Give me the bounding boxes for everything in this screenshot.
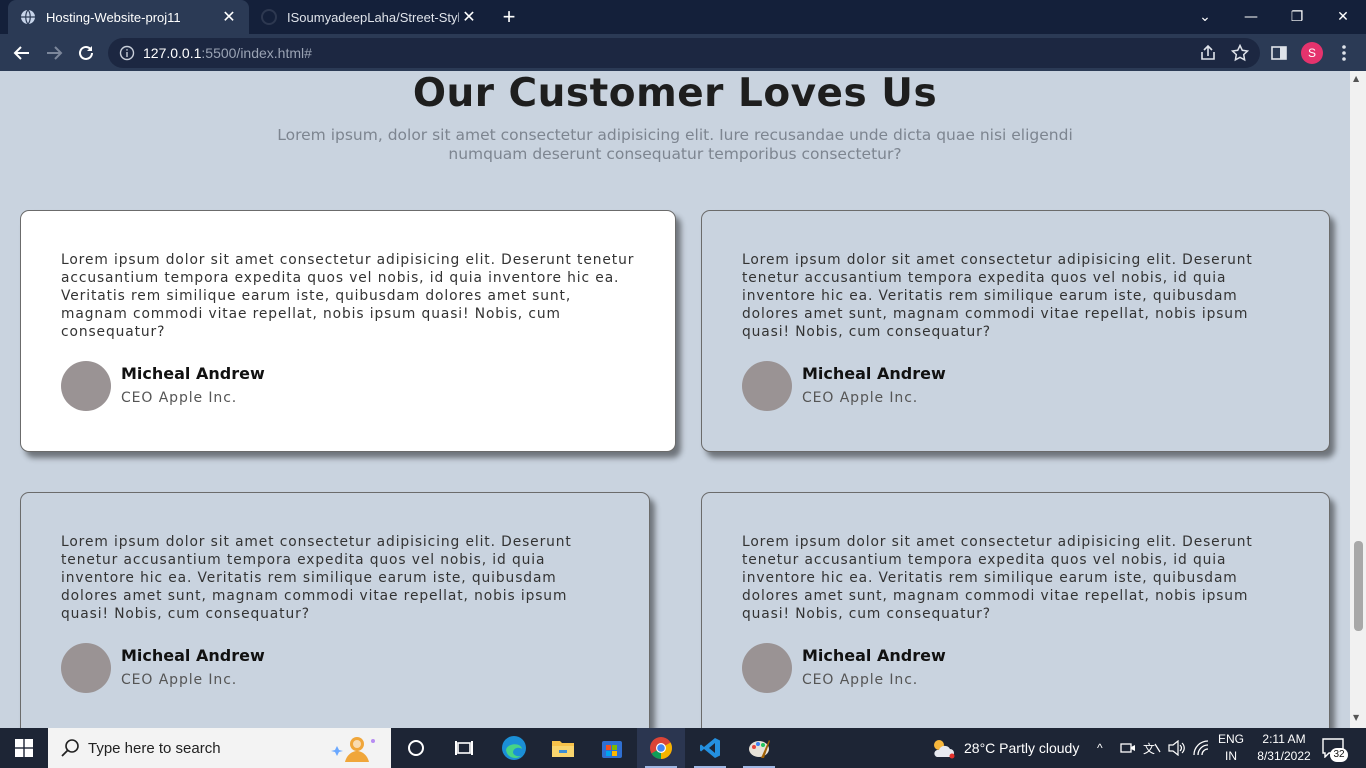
chrome-icon[interactable] — [637, 728, 685, 768]
browser-tab-strip: Hosting-Website-proj11 ✕ ISoumyadeepLaha… — [0, 0, 1366, 34]
task-view-icon[interactable] — [440, 728, 488, 768]
tab-title: ISoumyadeepLaha/Street-Style-L — [287, 9, 459, 25]
close-window-button[interactable]: ✕ — [1320, 0, 1366, 34]
notification-badge: 32 — [1330, 748, 1348, 762]
language-indicator[interactable]: ENG IN — [1214, 731, 1248, 765]
section-heading: Our Customer Loves Us — [412, 71, 938, 116]
search-icon — [60, 738, 80, 758]
testimonial-name: Micheal Andrew — [121, 646, 265, 665]
weather-widget[interactable]: 28°C Partly cloudy — [930, 728, 1079, 768]
testimonial-name: Micheal Andrew — [121, 364, 265, 383]
testimonial-card: Lorem ipsum dolor sit amet consectetur a… — [701, 492, 1330, 728]
bookmark-star-icon[interactable] — [1227, 40, 1253, 66]
tab-search-icon[interactable]: ⌄ — [1182, 0, 1228, 34]
testimonial-role: CEO Apple Inc. — [802, 672, 919, 688]
search-highlight-icon — [329, 734, 379, 762]
page-viewport: Our Customer Loves Us Lorem ipsum, dolor… — [0, 71, 1350, 728]
meet-now-icon[interactable] — [1120, 728, 1136, 768]
close-tab-icon[interactable]: ✕ — [459, 7, 479, 27]
testimonial-card: Lorem ipsum dolor sit amet consectetur a… — [701, 210, 1330, 452]
testimonial-quote: Lorem ipsum dolor sit amet consectetur a… — [742, 534, 1253, 622]
testimonial-card: Lorem ipsum dolor sit amet consectetur a… — [20, 210, 676, 452]
site-info-icon[interactable] — [119, 45, 135, 61]
side-panel-icon[interactable] — [1266, 40, 1292, 66]
close-tab-icon[interactable]: ✕ — [219, 7, 239, 27]
weather-text: 28°C Partly cloudy — [964, 740, 1080, 756]
cortana-icon[interactable] — [392, 728, 440, 768]
github-icon — [261, 9, 277, 25]
scrollbar-thumb[interactable] — [1354, 541, 1363, 631]
testimonial-quote: Lorem ipsum dolor sit amet consectetur a… — [61, 252, 635, 340]
menu-kebab-icon[interactable] — [1331, 40, 1357, 66]
share-icon[interactable] — [1195, 40, 1221, 66]
microsoft-store-icon[interactable] — [588, 728, 636, 768]
tab-title: Hosting-Website-proj11 — [46, 9, 181, 25]
testimonial-role: CEO Apple Inc. — [121, 672, 238, 688]
avatar — [61, 643, 111, 693]
testimonial-quote: Lorem ipsum dolor sit amet consectetur a… — [742, 252, 1253, 340]
profile-avatar[interactable]: S — [1299, 40, 1325, 66]
url-host: 127.0.0.1 — [143, 45, 202, 61]
restore-button[interactable]: ❐ — [1274, 0, 1320, 34]
testimonial-name: Micheal Andrew — [802, 364, 946, 383]
svg-text:文: 文 — [1143, 741, 1155, 756]
tab-github-repo[interactable]: ISoumyadeepLaha/Street-Style-L ✕ — [249, 0, 489, 34]
testimonial-role: CEO Apple Inc. — [121, 390, 238, 406]
search-placeholder: Type here to search — [88, 739, 221, 757]
edge-icon[interactable] — [490, 728, 538, 768]
taskbar-search-box[interactable]: Type here to search — [48, 728, 391, 768]
windows-taskbar: Type here to search 28°C Partly cloudy ^… — [0, 728, 1366, 768]
testimonial-card: Lorem ipsum dolor sit amet consectetur a… — [20, 492, 650, 728]
section-subtext: Lorem ipsum, dolor sit amet consectetur … — [277, 126, 1073, 163]
show-hidden-icons-chevron-icon[interactable]: ^ — [1097, 728, 1103, 768]
input-method-icon[interactable]: 文 — [1143, 728, 1161, 768]
network-icon[interactable] — [1193, 728, 1211, 768]
testimonial-quote: Lorem ipsum dolor sit amet consectetur a… — [61, 534, 572, 622]
paint-icon[interactable] — [735, 728, 783, 768]
windows-start-icon[interactable] — [0, 728, 48, 768]
scroll-down-arrow-icon[interactable]: ▼ — [1353, 713, 1359, 722]
clock-date: 8/31/2022 — [1257, 749, 1311, 763]
reload-icon[interactable] — [73, 40, 99, 66]
avatar — [742, 643, 792, 693]
new-tab-button[interactable]: + — [498, 6, 520, 28]
url-path: :5500/index.html# — [201, 45, 312, 61]
clock-time: 2:11 AM — [1262, 732, 1306, 746]
testimonial-name: Micheal Andrew — [802, 646, 946, 665]
page-scrollbar[interactable]: ▲ ▼ — [1350, 71, 1366, 728]
system-clock[interactable]: 2:11 AM 8/31/2022 — [1250, 731, 1318, 765]
file-explorer-icon[interactable] — [539, 728, 587, 768]
avatar — [742, 361, 792, 411]
globe-icon — [20, 9, 36, 25]
volume-icon[interactable] — [1168, 728, 1186, 768]
address-bar[interactable]: 127.0.0.1:5500/index.html# — [108, 38, 1260, 68]
partly-cloudy-icon — [930, 737, 956, 759]
testimonial-role: CEO Apple Inc. — [802, 390, 919, 406]
minimize-button[interactable]: — — [1228, 0, 1274, 34]
tab-hosting-website[interactable]: Hosting-Website-proj11 ✕ — [8, 0, 249, 34]
forward-arrow-icon[interactable] — [41, 40, 67, 66]
scroll-up-arrow-icon[interactable]: ▲ — [1353, 74, 1359, 83]
browser-toolbar: 127.0.0.1:5500/index.html# S — [0, 34, 1366, 71]
avatar — [61, 361, 111, 411]
back-arrow-icon[interactable] — [9, 40, 35, 66]
notification-center-icon[interactable]: 32 — [1318, 736, 1352, 762]
vscode-icon[interactable] — [686, 728, 734, 768]
